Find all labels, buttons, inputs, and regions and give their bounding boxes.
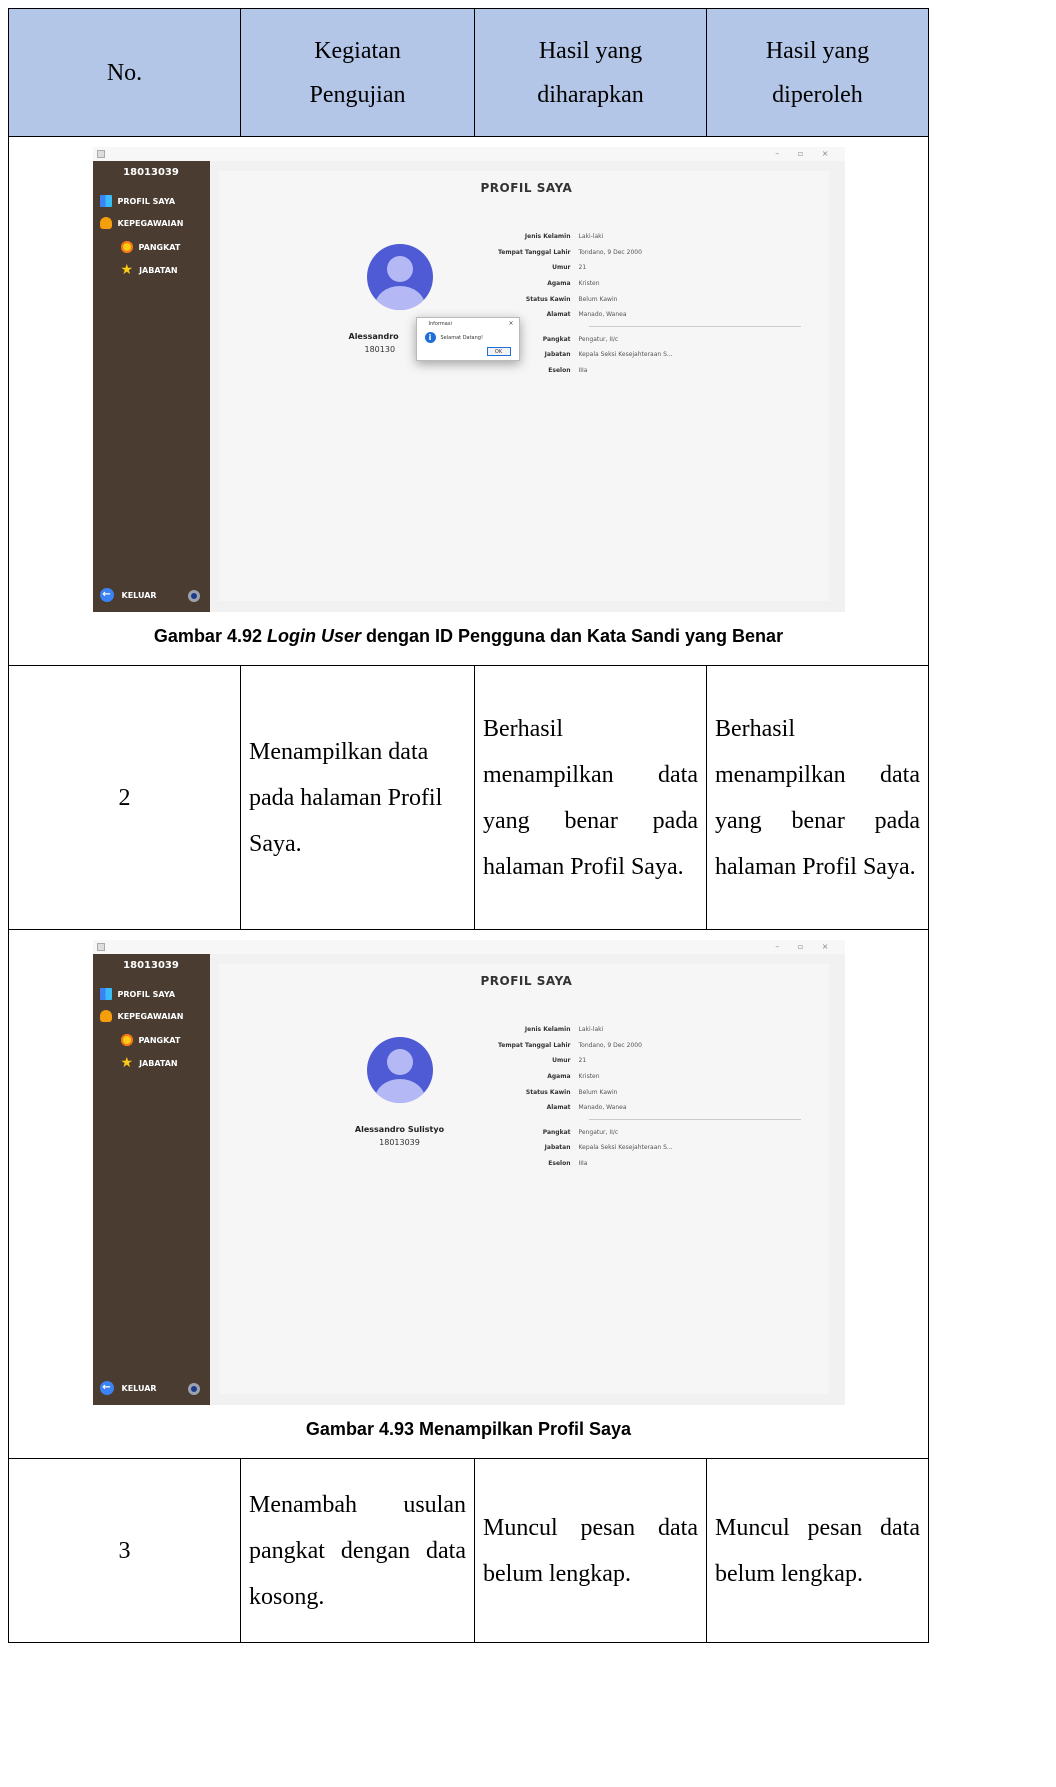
main-panel: PROFIL SAYA Alessandro 180130 Jenis Kela… <box>218 171 829 601</box>
field-row: Alamat Manado, Wanea <box>546 1104 627 1112</box>
row-diperoleh: Berhasil menampilkan data yang benar pad… <box>706 665 929 930</box>
info-icon: i <box>424 332 436 343</box>
field-row: Pangkat Pengatur, II/c <box>542 1128 619 1136</box>
back-arrow-icon: ← <box>99 588 114 602</box>
sidebar-item-label: KEPEGAWAIAN <box>117 218 184 228</box>
table-header-row: No. Kegiatan Pengujian Hasil yang dihara… <box>8 8 929 137</box>
profile-name: Alessandro Sulistyo <box>354 1125 445 1134</box>
row-kegiatan: Menambah usulan pangkat dengan data koso… <box>240 1458 475 1643</box>
field-row: Agama Kristen <box>547 280 600 288</box>
field-row: Agama Kristen <box>547 1073 600 1081</box>
people-icon <box>99 1010 112 1022</box>
field-row: Eselon IIIa <box>548 367 588 375</box>
row-harapan: Muncul pesan data belum lengkap. <box>474 1458 707 1643</box>
field-row: Tempat Tanggal Lahir Tondano, 9 Dec 2000 <box>497 248 642 256</box>
sidebar-item-label: JABATAN <box>139 1058 178 1068</box>
sidebar-user-id: 18013039 <box>123 960 179 971</box>
row-diperoleh: Muncul pesan data belum lengkap. <box>706 1458 929 1643</box>
sidebar-item-label: JABATAN <box>139 265 178 275</box>
app-screenshot: – ▫ × 18013039 PROFIL SAYA KEPEGAWAIAN P… <box>92 147 845 612</box>
sidebar-item-label: PANGKAT <box>138 1035 181 1045</box>
star-icon: ★ <box>120 1055 134 1071</box>
sidebar-item-jabatan[interactable]: ★ JABATAN <box>120 262 178 278</box>
field-row: Jenis Kelamin Laki-laki <box>524 1026 604 1034</box>
field-row: Jenis Kelamin Laki-laki <box>524 233 604 241</box>
sidebar-item-kepegawaian[interactable]: KEPEGAWAIAN <box>99 217 184 229</box>
settings-gear-icon[interactable] <box>187 590 200 602</box>
sidebar-item-pangkat[interactable]: PANGKAT <box>120 241 181 253</box>
dialog-message: Selamat Datang! <box>440 335 483 341</box>
profile-fields: Jenis Kelamin Laki-laki Tempat Tanggal La… <box>459 1022 801 1171</box>
header-diperoleh: Hasil yang diperoleh <box>706 8 929 137</box>
figure-caption: Gambar 4.93 Menampilkan Profil Saya <box>305 1419 632 1439</box>
app-screenshot: – ▫ × 18013039 PROFIL SAYA KEPEGAWAIAN P… <box>92 940 845 1405</box>
sidebar-item-label: KEPEGAWAIAN <box>117 1011 184 1021</box>
sidebar-item-jabatan[interactable]: ★ JABATAN <box>120 1055 178 1071</box>
ok-button[interactable]: OK <box>486 347 511 356</box>
sidebar-item-label: PANGKAT <box>138 242 181 252</box>
medal-icon <box>120 241 133 253</box>
dialog-close-icon[interactable]: × <box>508 320 513 327</box>
figure-cell: – ▫ × 18013039 PROFIL SAYA KEPEGAWAIAN P… <box>8 136 929 666</box>
row-no: 2 <box>8 665 241 930</box>
sidebar: 18013039 PROFIL SAYA KEPEGAWAIAN PANGKAT… <box>92 954 210 1405</box>
logout-button[interactable]: ← KELUAR <box>99 1381 157 1395</box>
page-title: PROFIL SAYA <box>480 974 573 988</box>
profile-id: 18013039 <box>379 1138 420 1147</box>
window-controls: – ▫ × <box>775 942 837 951</box>
window-controls: – ▫ × <box>775 149 837 158</box>
header-no: No. <box>8 8 241 137</box>
sidebar-user-id: 18013039 <box>123 167 179 178</box>
field-row: Umur 21 <box>552 264 587 272</box>
field-row: Status Kawin Belum Kawin <box>525 295 618 303</box>
sidebar-item-label: PROFIL SAYA <box>117 989 176 999</box>
java-app-icon <box>96 150 105 158</box>
people-icon <box>99 217 112 229</box>
avatar <box>366 244 433 310</box>
profile-icon <box>99 988 112 1000</box>
page-title: PROFIL SAYA <box>480 181 573 195</box>
row-no: 3 <box>8 1458 241 1643</box>
figure-row: – ▫ × 18013039 PROFIL SAYA KEPEGAWAIAN P… <box>8 136 929 666</box>
profile-icon <box>99 195 112 207</box>
test-table: No. Kegiatan Pengujian Hasil yang dihara… <box>8 8 929 1643</box>
main-panel: PROFIL SAYA Alessandro Sulistyo 18013039… <box>218 964 829 1394</box>
sidebar-item-profil-saya[interactable]: PROFIL SAYA <box>99 195 176 207</box>
table-row: 2 Menampilkan data pada halaman Profil S… <box>8 665 929 930</box>
sidebar-item-profil-saya[interactable]: PROFIL SAYA <box>99 988 176 1000</box>
settings-gear-icon[interactable] <box>187 1383 200 1395</box>
avatar <box>366 1037 433 1103</box>
row-kegiatan: Menampilkan data pada halaman Profil Say… <box>240 665 475 930</box>
field-row: Eselon IIIa <box>548 1160 588 1168</box>
medal-icon <box>120 1034 133 1046</box>
title-bar: – ▫ × <box>92 940 845 954</box>
field-row: Status Kawin Belum Kawin <box>525 1088 618 1096</box>
back-arrow-icon: ← <box>99 1381 114 1395</box>
logout-label: KELUAR <box>121 590 157 600</box>
logout-button[interactable]: ← KELUAR <box>99 588 157 602</box>
header-harapan: Hasil yang diharapkan <box>474 8 707 137</box>
figure-row: – ▫ × 18013039 PROFIL SAYA KEPEGAWAIAN P… <box>8 929 929 1459</box>
field-row: Umur 21 <box>552 1057 587 1065</box>
info-dialog: Informasi × i Selamat Datang! OK <box>415 317 520 361</box>
sidebar-item-pangkat[interactable]: PANGKAT <box>120 1034 181 1046</box>
dialog-title: Informasi <box>428 321 452 327</box>
title-bar: – ▫ × <box>92 147 845 161</box>
header-kegiatan: Kegiatan Pengujian <box>240 8 475 137</box>
sidebar-item-label: PROFIL SAYA <box>117 196 176 206</box>
logout-label: KELUAR <box>121 1383 157 1393</box>
figure-cell: – ▫ × 18013039 PROFIL SAYA KEPEGAWAIAN P… <box>8 929 929 1459</box>
star-icon: ★ <box>120 262 134 278</box>
java-app-icon <box>96 943 105 951</box>
field-row: Tempat Tanggal Lahir Tondano, 9 Dec 2000 <box>497 1041 642 1049</box>
figure-caption: Gambar 4.92 Login User dengan ID Penggun… <box>153 626 784 646</box>
sidebar: 18013039 PROFIL SAYA KEPEGAWAIAN PANGKAT… <box>92 161 210 612</box>
field-row: Jabatan Kepala Seksi Kesejahteraan S... <box>544 1144 673 1152</box>
sidebar-item-kepegawaian[interactable]: KEPEGAWAIAN <box>99 1010 184 1022</box>
table-row: 3 Menambah usulan pangkat dengan data ko… <box>8 1458 929 1643</box>
row-harapan: Berhasil menampilkan data yang benar pad… <box>474 665 707 930</box>
